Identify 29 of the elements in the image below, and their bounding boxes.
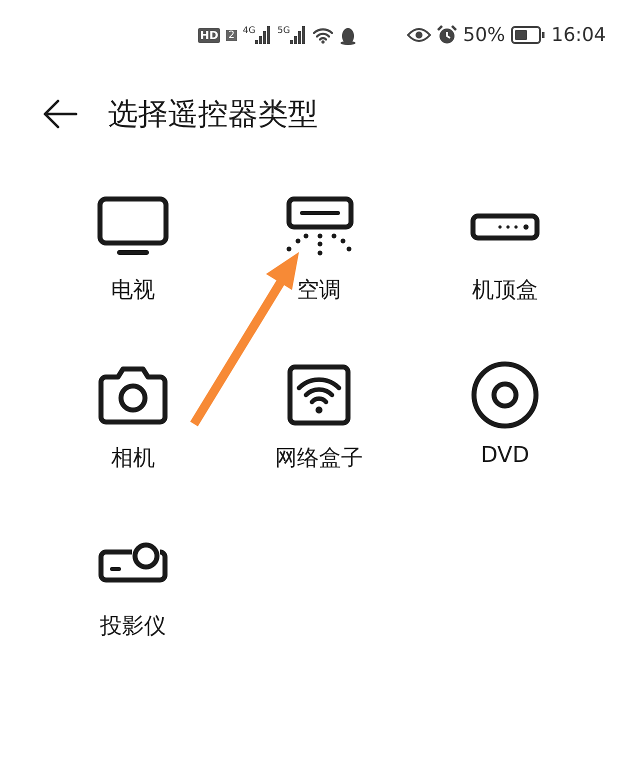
- tv-icon: [97, 196, 169, 258]
- battery-icon: [511, 26, 546, 44]
- device-label[interactable]: 投影仪: [100, 611, 166, 641]
- signal-icon: [290, 26, 306, 44]
- camera-icon: [98, 365, 168, 425]
- hd-badge: HD: [198, 28, 220, 42]
- device-label[interactable]: 机顶盒: [472, 275, 538, 305]
- battery-percent: 50%: [463, 24, 506, 46]
- projector-icon: [98, 542, 168, 584]
- network-type: 4G: [242, 26, 256, 36]
- back-icon[interactable]: [42, 99, 78, 129]
- wifi-box-icon: [287, 364, 351, 426]
- penguin-icon: [340, 25, 356, 45]
- eye-icon: [407, 27, 431, 43]
- set-top-box-icon: [470, 213, 540, 241]
- alarm-icon: [437, 25, 457, 45]
- network-type: 5G: [277, 26, 290, 36]
- disc-icon: [471, 361, 539, 429]
- clock-time: 16:04: [551, 24, 606, 46]
- device-label[interactable]: 空调: [297, 275, 341, 305]
- device-label[interactable]: 电视: [111, 275, 155, 305]
- wifi-icon: [312, 26, 334, 44]
- air-conditioner-icon: [284, 196, 354, 258]
- device-label[interactable]: 网络盒子: [275, 443, 363, 473]
- device-label[interactable]: DVD: [480, 443, 530, 468]
- sim-badge: 2: [226, 30, 237, 40]
- signal-icon: [255, 26, 272, 44]
- page-title: 选择遥控器类型: [108, 96, 318, 134]
- device-label[interactable]: 相机: [111, 443, 155, 473]
